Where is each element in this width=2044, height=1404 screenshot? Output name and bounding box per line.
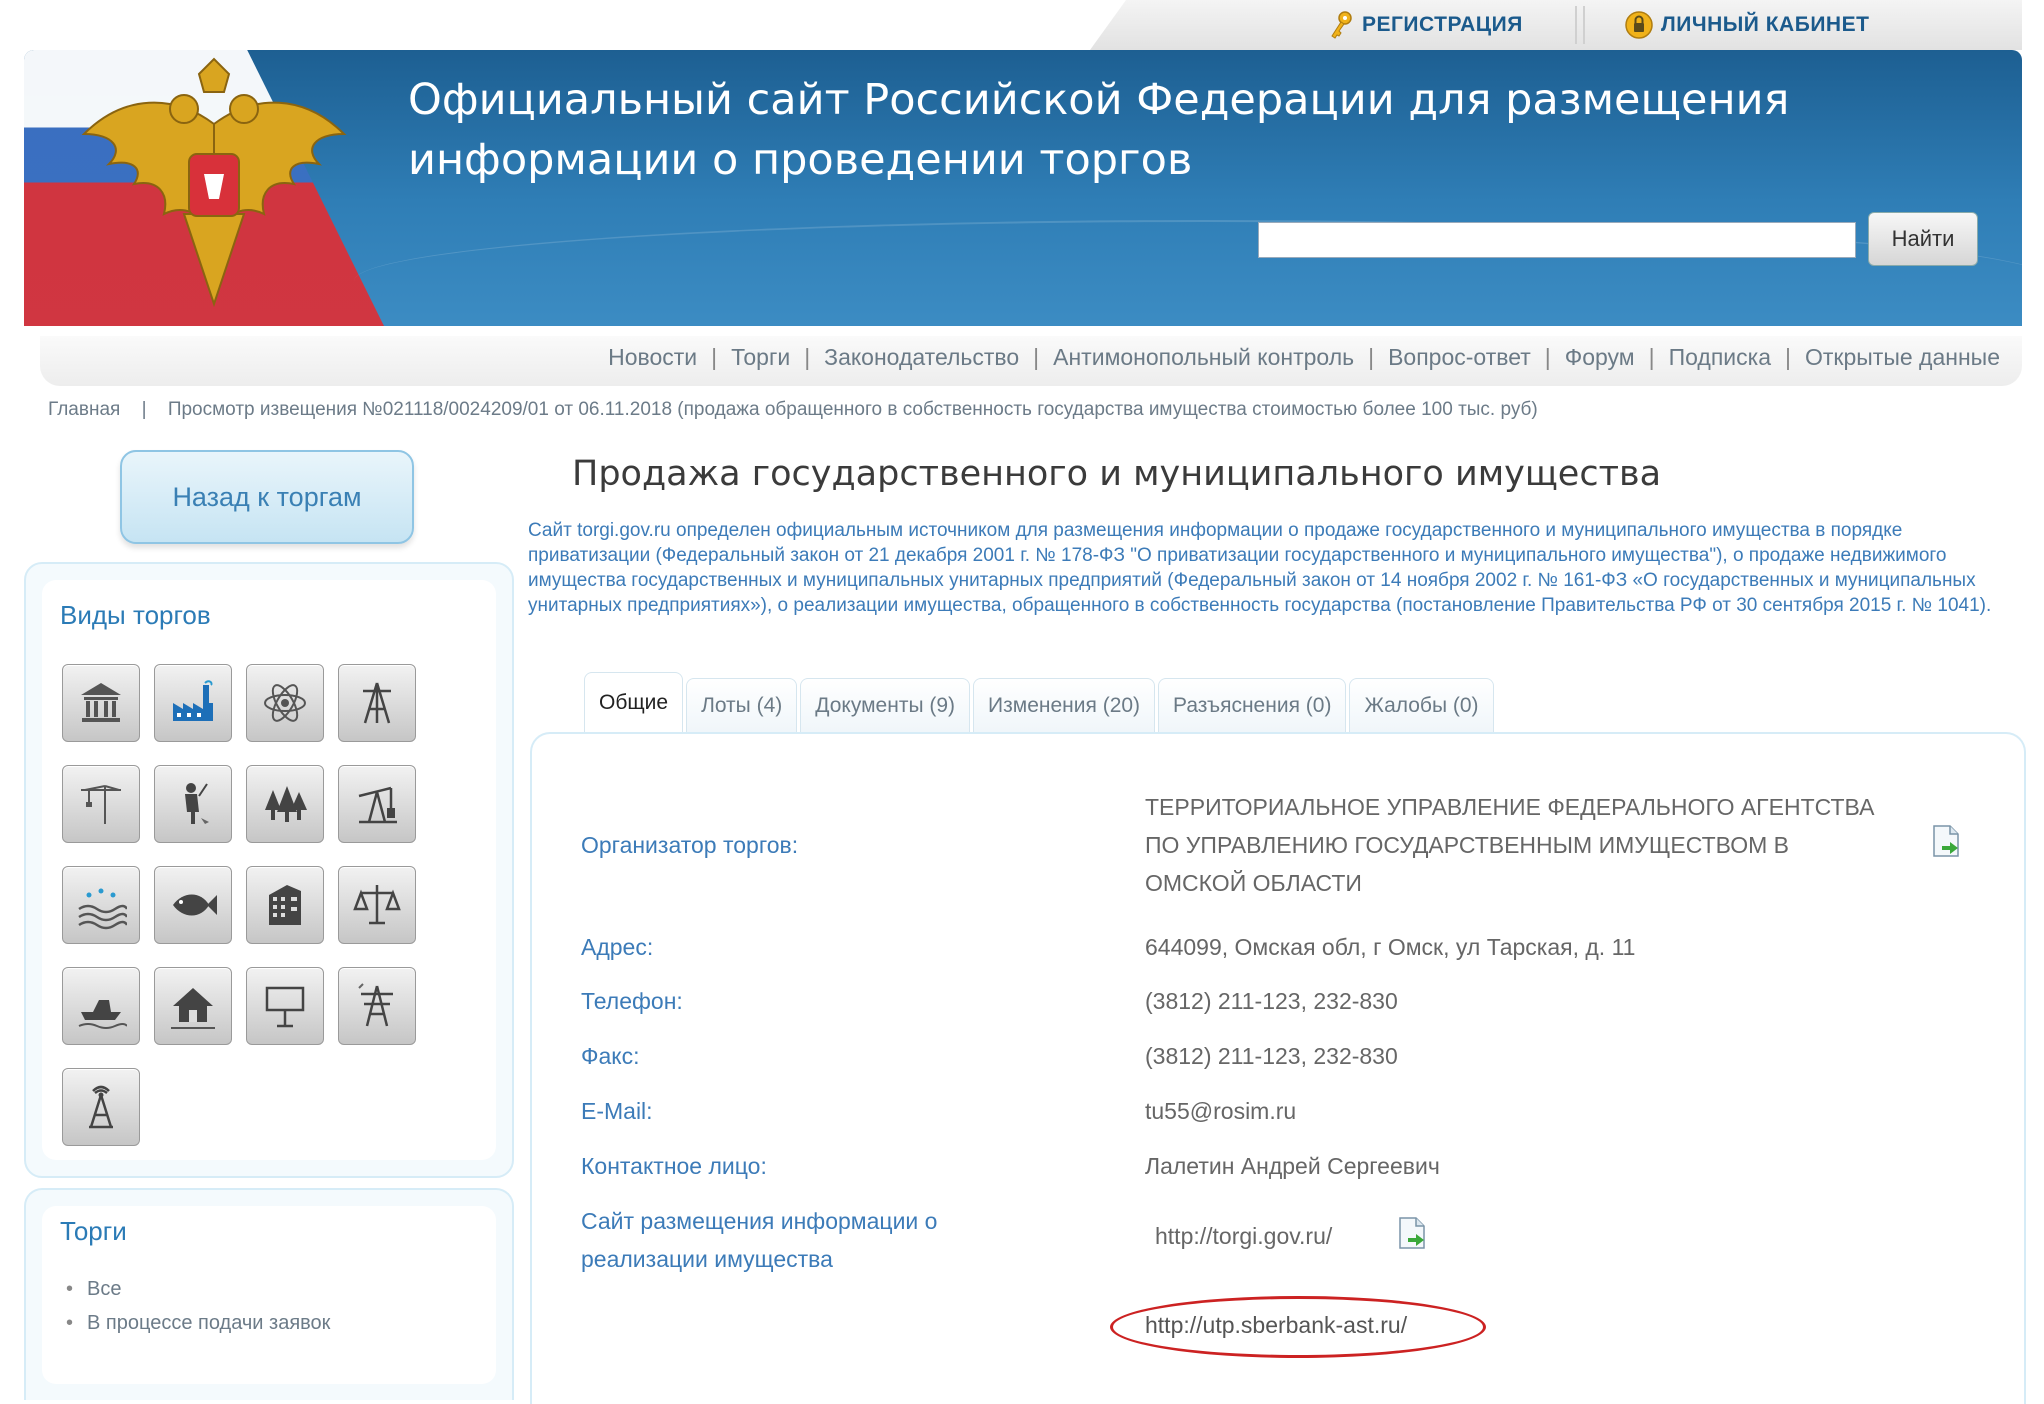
nav-separator: | bbox=[804, 344, 811, 370]
nav-separator: | bbox=[711, 344, 718, 370]
nav-item-antimonopoly[interactable]: Антимонопольный контроль bbox=[1053, 344, 1354, 371]
nav-separator: | bbox=[1785, 344, 1791, 370]
nav-separator: | bbox=[1544, 344, 1551, 370]
sale-site-link[interactable]: http://torgi.gov.ru/ bbox=[1155, 1217, 1332, 1255]
search-input[interactable] bbox=[1258, 222, 1856, 258]
lock-icon bbox=[1625, 11, 1653, 39]
organizer-value: ТЕРРИТОРИАЛЬНОЕ УПРАВЛЕНИЕ ФЕДЕРАЛЬНОГО … bbox=[1145, 794, 1875, 896]
power-line-icon[interactable] bbox=[338, 967, 416, 1045]
boat-icon[interactable] bbox=[62, 967, 140, 1045]
auctions-filter-accepting-applications[interactable]: В процессе подачи заявок bbox=[66, 1306, 330, 1340]
personal-cabinet-label: ЛИЧНЫЙ КАБИНЕТ bbox=[1661, 13, 1870, 36]
auction-types-title: Виды торгов bbox=[60, 600, 211, 630]
fax-value: (3812) 211-123, 232-830 bbox=[1145, 1043, 1398, 1069]
site-title: Официальный сайт Российской Федерации дл… bbox=[408, 70, 1808, 190]
government-building-icon[interactable] bbox=[62, 664, 140, 742]
nav-item-faq[interactable]: Вопрос-ответ bbox=[1388, 344, 1531, 371]
nav-separator: | bbox=[1648, 344, 1655, 370]
auctions-filter-all[interactable]: Все bbox=[66, 1272, 330, 1306]
construction-crane-icon[interactable] bbox=[62, 765, 140, 843]
registration-label: РЕГИСТРАЦИЯ bbox=[1362, 13, 1523, 36]
breadcrumb-separator: | bbox=[141, 399, 147, 420]
tab-changes[interactable]: Изменения (20) bbox=[973, 678, 1156, 732]
billboard-icon[interactable] bbox=[246, 967, 324, 1045]
oil-pump-icon[interactable] bbox=[338, 765, 416, 843]
export-document-icon[interactable] bbox=[1396, 1216, 1428, 1250]
auctions-filter-list: Все В процессе подачи заявок bbox=[66, 1272, 330, 1340]
page-title: Продажа государственного и муниципальног… bbox=[572, 454, 1662, 494]
nav-separator: | bbox=[1368, 344, 1375, 370]
factory-icon[interactable] bbox=[154, 664, 232, 742]
search-button[interactable]: Найти bbox=[1868, 212, 1978, 266]
hunter-icon[interactable] bbox=[154, 765, 232, 843]
radio-tower-icon[interactable] bbox=[62, 1068, 140, 1146]
tab-complaints[interactable]: Жалобы (0) bbox=[1349, 678, 1494, 732]
export-document-icon[interactable] bbox=[1930, 824, 1962, 858]
nav-item-auctions[interactable]: Торги bbox=[731, 344, 790, 371]
site-title-line-2: информации о проведении торгов bbox=[408, 135, 1193, 185]
auction-types-grid bbox=[62, 664, 442, 1146]
notice-tabs: Общие Лоты (4) Документы (9) Изменения (… bbox=[584, 672, 1494, 732]
forest-icon[interactable] bbox=[246, 765, 324, 843]
nav-item-subscription[interactable]: Подписка bbox=[1669, 344, 1771, 371]
back-to-auctions-button[interactable]: Назад к торгам bbox=[120, 450, 414, 544]
tab-documents[interactable]: Документы (9) bbox=[800, 678, 971, 732]
nav-item-forum[interactable]: Форум bbox=[1565, 344, 1635, 371]
address-value: 644099, Омская обл, г Омск, ул Тарская, … bbox=[1145, 934, 1636, 960]
key-icon bbox=[1331, 11, 1352, 39]
scales-icon[interactable] bbox=[338, 866, 416, 944]
nav-item-news[interactable]: Новости bbox=[608, 344, 697, 371]
email-value: tu55@rosim.ru bbox=[1145, 1098, 1297, 1124]
address-label: Адрес: bbox=[581, 934, 654, 960]
breadcrumb-home[interactable]: Главная bbox=[48, 399, 120, 420]
contact-person-label: Контактное лицо: bbox=[581, 1153, 767, 1179]
nav-item-open-data[interactable]: Открытые данные bbox=[1805, 344, 2000, 371]
main-navigation: Новости | Торги | Законодательство | Ант… bbox=[40, 336, 2022, 386]
organizer-label: Организатор торгов: bbox=[581, 832, 799, 858]
phone-value: (3812) 211-123, 232-830 bbox=[1145, 988, 1398, 1014]
fish-icon[interactable] bbox=[154, 866, 232, 944]
breadcrumb: Главная | Просмотр извещения №021118/002… bbox=[48, 399, 1538, 421]
water-resources-icon[interactable] bbox=[62, 866, 140, 944]
nav-separator: | bbox=[1033, 344, 1040, 370]
tab-lots[interactable]: Лоты (4) bbox=[686, 678, 798, 732]
tab-general[interactable]: Общие bbox=[584, 672, 684, 732]
user-bar: РЕГИСТРАЦИЯ ЛИЧНЫЙ КАБИНЕТ bbox=[1090, 0, 2022, 50]
nav-item-legislation[interactable]: Законодательство bbox=[824, 344, 1019, 371]
tab-clarifications[interactable]: Разъяснения (0) bbox=[1158, 678, 1347, 732]
phone-label: Телефон: bbox=[581, 988, 683, 1014]
auctions-panel-title: Торги bbox=[60, 1216, 127, 1246]
email-label: E-Mail: bbox=[581, 1098, 653, 1124]
coat-of-arms-icon bbox=[81, 57, 347, 308]
registration-link[interactable]: РЕГИСТРАЦИЯ bbox=[1328, 10, 1523, 40]
breadcrumb-current: Просмотр извещения №021118/0024209/01 от… bbox=[167, 399, 1538, 420]
atom-icon[interactable] bbox=[246, 664, 324, 742]
site-header: Официальный сайт Российской Федерации дл… bbox=[24, 50, 2022, 326]
intro-text: Сайт torgi.gov.ru определен официальным … bbox=[528, 520, 1992, 616]
site-title-line-1: Официальный сайт Российской Федерации дл… bbox=[408, 75, 1790, 125]
highlight-ellipse bbox=[1110, 1296, 1486, 1358]
contact-person-value: Лалетин Андрей Сергеевич bbox=[1145, 1153, 1440, 1179]
fax-label: Факс: bbox=[581, 1043, 640, 1069]
topbar-divider bbox=[1575, 6, 1585, 44]
house-icon[interactable] bbox=[154, 967, 232, 1045]
sale-site-label: Сайт размещения информации о реализации … bbox=[581, 1208, 938, 1272]
personal-cabinet-link[interactable]: ЛИЧНЫЙ КАБИНЕТ bbox=[1625, 10, 1869, 40]
building-icon[interactable] bbox=[246, 866, 324, 944]
drilling-rig-icon[interactable] bbox=[338, 664, 416, 742]
nav-list: Новости | Торги | Законодательство | Ант… bbox=[608, 344, 2000, 371]
